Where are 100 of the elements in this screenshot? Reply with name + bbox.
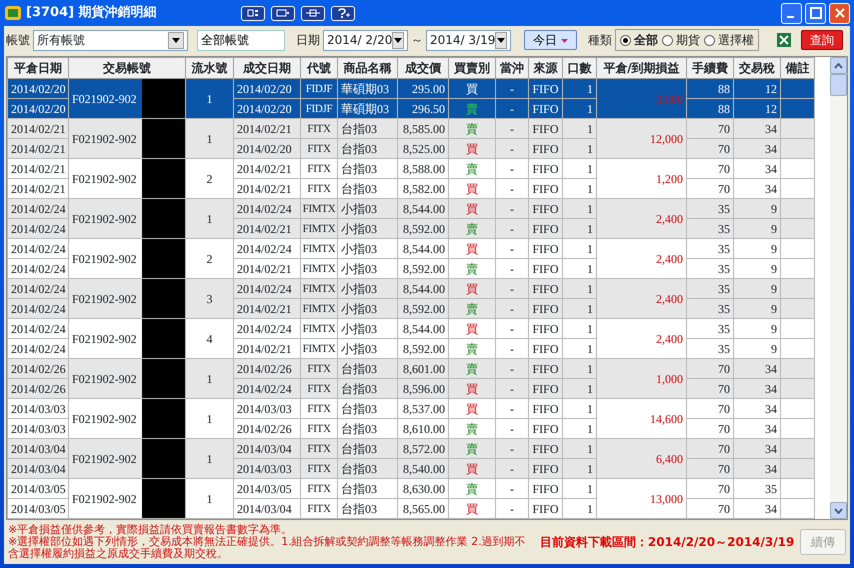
- spreadsheet-icon[interactable]: [776, 32, 792, 48]
- table-cell: 295.00: [398, 78, 448, 98]
- chevron-up-icon: [834, 62, 843, 68]
- table-cell: 8,544.00: [398, 278, 448, 298]
- table-cell: 2014/02/26: [8, 378, 68, 398]
- table-cell: 1: [186, 118, 234, 158]
- radio-button[interactable]: [704, 34, 715, 46]
- table-cell: 台指03: [338, 358, 398, 378]
- query-button[interactable]: 查詢: [800, 30, 843, 50]
- table-cell: 9: [734, 298, 780, 318]
- side-cell: 買: [448, 318, 496, 338]
- table-cell: 2014/03/05: [8, 498, 68, 518]
- table-cell: 296.50: [398, 98, 448, 118]
- table-cell: 8,601.00: [398, 358, 448, 378]
- date-from-select[interactable]: 2014/ 2/20: [323, 30, 408, 50]
- table-cell: FITX: [300, 398, 338, 418]
- column-header[interactable]: 成交價: [398, 58, 448, 78]
- side-cell: 賣: [448, 478, 496, 498]
- table-cell-text: F021902-902: [72, 210, 137, 228]
- column-header[interactable]: 平倉日期: [8, 58, 68, 78]
- column-header[interactable]: 口數: [562, 58, 596, 78]
- table-cell: 2014/02/21: [8, 138, 68, 158]
- side-cell: 買: [448, 398, 496, 418]
- table-cell: 2014/02/24: [8, 318, 68, 338]
- table-cell: 35: [734, 478, 780, 498]
- column-header[interactable]: 交易帳號: [68, 58, 186, 78]
- table-cell: 9: [734, 278, 780, 298]
- column-header[interactable]: 商品名稱: [338, 58, 398, 78]
- scroll-up-button[interactable]: [830, 57, 847, 74]
- column-header[interactable]: 交易稅: [734, 58, 780, 78]
- table-cell: 2014/02/20: [234, 138, 300, 158]
- table-cell-text: F021902-902: [72, 250, 137, 268]
- redaction-block: [142, 320, 184, 358]
- window-icon[interactable]: [270, 6, 295, 20]
- table-cell: 9: [734, 318, 780, 338]
- account-select[interactable]: 所有帳號: [33, 30, 188, 50]
- help-icon[interactable]: [330, 6, 355, 20]
- pin-icon[interactable]: [300, 6, 325, 20]
- table-cell: FIFO: [528, 498, 562, 518]
- table-cell: -: [496, 318, 528, 338]
- radio-button[interactable]: [620, 34, 631, 46]
- column-header[interactable]: 平倉/到期損益: [596, 58, 686, 78]
- account-field[interactable]: 全部帳號: [197, 30, 285, 50]
- table-cell: -: [496, 278, 528, 298]
- side-cell: 買: [448, 198, 496, 218]
- minimize-button[interactable]: [781, 2, 802, 24]
- table-cell: 2014/03/03: [234, 458, 300, 478]
- column-header[interactable]: 手續費: [686, 58, 734, 78]
- table-cell: 34: [734, 458, 780, 478]
- table-cell: 34: [734, 498, 780, 518]
- close-button[interactable]: [829, 2, 850, 24]
- date-to-select[interactable]: 2014/ 3/19: [426, 30, 511, 50]
- table-cell-text: F021902-902: [72, 170, 137, 188]
- column-header[interactable]: 代號: [300, 58, 338, 78]
- table-cell: FIFO: [528, 78, 562, 98]
- table-cell: 2014/02/24: [234, 238, 300, 258]
- table-cell: 2014/02/21: [8, 118, 68, 138]
- table-cell: 34: [734, 358, 780, 378]
- redaction-block: [142, 280, 184, 318]
- column-header[interactable]: 來源: [528, 58, 562, 78]
- column-header[interactable]: 買賣別: [448, 58, 496, 78]
- scroll-down-button[interactable]: [830, 502, 847, 519]
- table-cell: 8,525.00: [398, 138, 448, 158]
- column-header[interactable]: 當沖: [496, 58, 528, 78]
- today-button[interactable]: 今日: [524, 30, 577, 50]
- table-cell: 34: [734, 438, 780, 458]
- table-cell: 1: [562, 438, 596, 458]
- table-cell: 34: [734, 378, 780, 398]
- table-cell: -: [496, 98, 528, 118]
- table-cell: 70: [686, 358, 734, 378]
- radio-label: 期貨: [676, 32, 700, 49]
- table-cell: 1: [562, 458, 596, 478]
- scroll-thumb[interactable]: [830, 74, 847, 96]
- table-cell: 8,630.00: [398, 478, 448, 498]
- column-header[interactable]: 備註: [780, 58, 814, 78]
- table-cell-text: F021902-902: [72, 410, 137, 428]
- profit-cell: 2,400: [596, 198, 686, 238]
- table-cell: 1: [186, 78, 234, 118]
- table-cell: FIMTX: [300, 318, 338, 338]
- maximize-button[interactable]: [805, 2, 826, 24]
- radio-button[interactable]: [662, 34, 673, 46]
- table-cell: FITX: [300, 498, 338, 518]
- table-cell: 2014/02/21: [234, 218, 300, 238]
- table-cell: 2014/02/21: [234, 158, 300, 178]
- table-cell: 1: [562, 138, 596, 158]
- column-header[interactable]: 成交日期: [234, 58, 300, 78]
- table-cell: 12: [734, 98, 780, 118]
- table-cell: 1: [186, 358, 234, 398]
- table-cell: 8,544.00: [398, 238, 448, 258]
- table-cell: 8,544.00: [398, 318, 448, 338]
- table-cell: 88: [686, 78, 734, 98]
- table-cell: 2014/03/03: [234, 398, 300, 418]
- layout-icon[interactable]: [240, 6, 265, 20]
- maximize-icon: [810, 7, 822, 19]
- table-cell: 2014/02/20: [234, 98, 300, 118]
- table-cell: 8,565.00: [398, 498, 448, 518]
- table-cell: 8,544.00: [398, 198, 448, 218]
- column-header[interactable]: 流水號: [186, 58, 234, 78]
- table-cell: 台指03: [338, 478, 398, 498]
- table-cell: -: [496, 478, 528, 498]
